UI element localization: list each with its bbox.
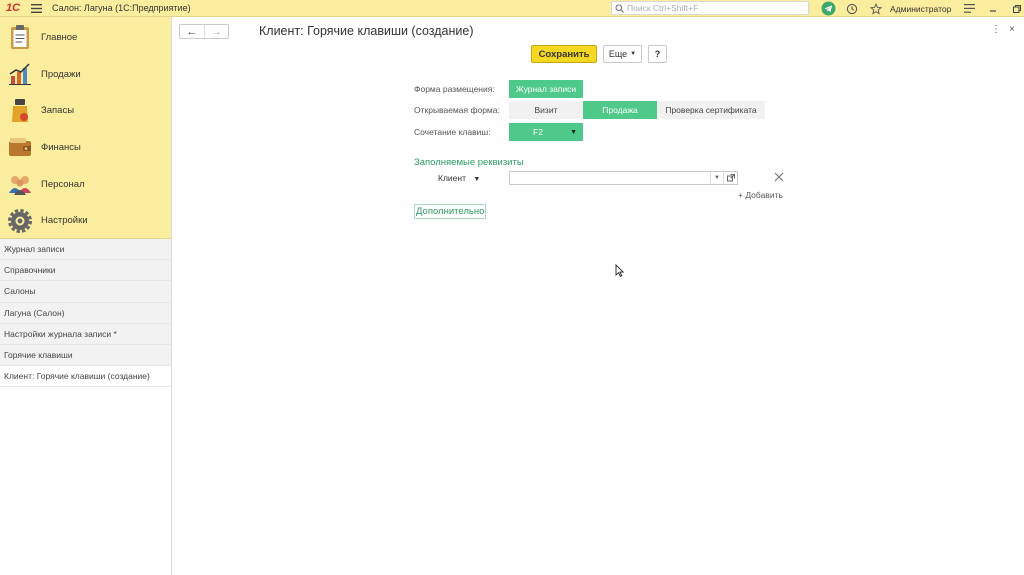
section-label: Главное [41,31,78,43]
open-window-item[interactable]: Справочники [0,260,171,282]
open-window-item[interactable]: Горячие клавиши [0,344,171,367]
section-label: Настройки [41,215,88,227]
open-form-label: Открываемая форма: [414,105,500,115]
section-finance[interactable]: Финансы [0,129,171,166]
user-name[interactable]: Администратор [890,4,951,14]
telegram-icon[interactable] [816,0,840,17]
search-placeholder: Поиск Ctrl+Shift+F [627,3,699,13]
sidebar: Главное Продажи Запасы Финансы Персонал [0,17,172,575]
additional-link[interactable]: Дополнительно [414,204,487,219]
remove-field-icon[interactable] [774,172,784,185]
hotkey-value: F2 [533,127,543,137]
goods-icon [8,98,32,124]
wallet-icon [8,134,32,160]
main-menu-icon[interactable] [26,0,46,17]
open-window-item[interactable]: Салоны [0,281,171,303]
fields-section-header: Заполняемые реквизиты [414,157,524,168]
page-title: Клиент: Горячие клавиши (создание) [259,24,474,38]
save-button[interactable]: Сохранить [531,45,597,63]
section-settings[interactable]: Настройки [0,202,171,239]
clipboard-icon [8,24,32,50]
section-main[interactable]: Главное [0,19,171,56]
open-link-icon[interactable] [723,172,737,184]
more-button[interactable]: Еще ▼ [603,45,642,63]
placement-label: Форма размещения: [414,84,495,94]
open-windows-list: Журнал записи Справочники Салоны Лагуна … [0,239,171,388]
hotkey-label: Сочетание клавиш: [414,127,491,137]
section-sales[interactable]: Продажи [0,56,171,93]
back-arrow-icon[interactable]: ← [180,25,204,38]
close-form-icon[interactable]: × [1009,24,1015,35]
sections-panel: Главное Продажи Запасы Финансы Персонал [0,17,171,239]
client-label[interactable]: Клиент ▼ [438,173,480,183]
open-window-item[interactable]: Настройки журнала записи * [0,323,171,345]
section-label: Персонал [41,178,85,190]
hotkey-select[interactable]: F2 ▼ [509,123,583,141]
chevron-down-icon: ▼ [473,176,481,183]
client-field[interactable]: ▼ [509,171,738,185]
gear-icon [8,208,32,234]
app-title: Салон: Лагуна (1С:Предприятие) [52,3,191,13]
1c-logo-icon: 1С [5,2,21,14]
open-form-option-sale[interactable]: Продажа [583,101,657,119]
open-window-item[interactable]: Журнал записи [0,239,171,261]
section-label: Финансы [41,141,81,153]
search-input[interactable]: Поиск Ctrl+Shift+F [611,1,809,15]
title-bar: 1С Салон: Лагуна (1С:Предприятие) Поиск … [0,0,1024,17]
settings-menu-icon[interactable] [957,0,981,17]
chevron-down-icon: ▼ [630,51,637,57]
open-form-option-visit[interactable]: Визит [509,101,583,119]
section-stock[interactable]: Запасы [0,92,171,129]
more-actions-icon[interactable]: ⋮ [991,24,1001,35]
client-label-text: Клиент [438,173,466,183]
help-button[interactable]: ? [648,45,667,63]
search-icon [615,3,624,13]
section-label: Запасы [41,105,75,117]
open-window-item-active[interactable]: Клиент: Горячие клавиши (создание) [0,366,171,388]
section-label: Продажи [41,68,81,80]
minimize-icon[interactable] [981,0,1005,17]
history-icon[interactable] [840,0,864,17]
placement-value[interactable]: Журнал записи [509,80,583,98]
more-label: Еще [608,49,628,59]
form-area: ← → Клиент: Горячие клавиши (создание) ⋮… [172,17,1024,575]
open-form-option-certificate[interactable]: Проверка сертификата [657,101,765,119]
mouse-cursor-icon [615,263,625,280]
chevron-down-icon: ▼ [570,128,577,136]
nav-buttons: ← → [179,24,229,39]
open-window-item[interactable]: Лагуна (Салон) [0,302,171,324]
sales-chart-icon [8,61,32,87]
favorites-star-icon[interactable] [864,0,888,17]
forward-arrow-icon[interactable]: → [204,25,228,38]
people-icon [8,171,32,197]
add-field-link[interactable]: + Добавить [738,190,783,200]
restore-icon[interactable] [1005,0,1024,17]
section-staff[interactable]: Персонал [0,166,171,203]
dropdown-icon[interactable]: ▼ [710,172,723,184]
